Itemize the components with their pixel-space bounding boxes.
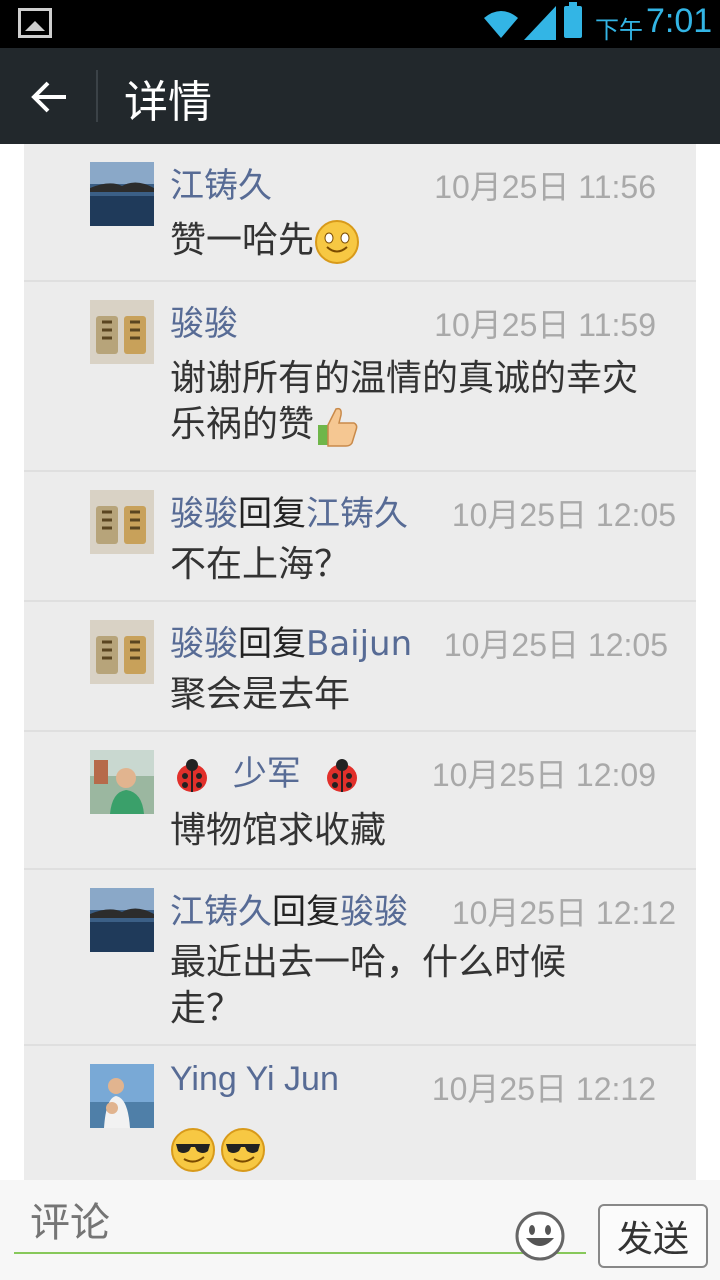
arrow-left-icon[interactable] xyxy=(24,72,74,122)
comment-text: 聚会是去年 xyxy=(170,674,351,715)
comment-text: 最近出去一哈，什么时候走？ xyxy=(170,942,567,1029)
ladybug-emoji xyxy=(177,758,207,792)
sunglasses-emoji xyxy=(171,1128,215,1172)
comment-author[interactable]: 骏骏 xyxy=(170,296,238,345)
avatar[interactable] xyxy=(90,490,154,554)
comment-author[interactable]: 骏骏回复江铸久 xyxy=(170,486,408,535)
send-button[interactable]: 发送 xyxy=(598,1204,708,1268)
status-time: 7:01 xyxy=(646,2,713,40)
reply-target[interactable]: Baijun xyxy=(306,624,412,664)
status-bar: 下午 7:01 xyxy=(0,0,720,48)
status-ampm: 下午 xyxy=(595,16,643,44)
comment-row: Ying Yi Jun 10月25日 12:12 xyxy=(24,1046,696,1180)
avatar[interactable] xyxy=(90,1064,154,1128)
comment-text xyxy=(170,1126,650,1173)
reply-target[interactable]: 骏骏 xyxy=(340,892,408,932)
avatar[interactable] xyxy=(90,300,154,364)
comment-row: 骏骏 10月25日 11:59 谢谢所有的温情的真诚的幸灾乐祸的赞 xyxy=(24,282,696,472)
comment-row: 骏骏回复江铸久 10月25日 12:05 不在上海？ xyxy=(24,472,696,602)
reply-label: 回复 xyxy=(238,624,306,664)
comment-row: 江铸久回复骏骏 10月25日 12:12 最近出去一哈，什么时候走？ xyxy=(24,870,696,1046)
reply-label: 回复 xyxy=(272,892,340,932)
avatar[interactable] xyxy=(90,750,154,814)
avatar[interactable] xyxy=(90,162,154,226)
comment-text: 不在上海？ xyxy=(170,544,351,585)
wifi-icon xyxy=(484,11,518,38)
thumbs-up-emoji xyxy=(318,407,358,447)
avatar[interactable] xyxy=(90,620,154,684)
comment-time: 10月25日 12:12 xyxy=(451,895,676,931)
comment-time: 10月25日 12:09 xyxy=(431,757,656,793)
reply-target[interactable]: 江铸久 xyxy=(306,494,408,534)
comment-time: 10月25日 12:05 xyxy=(451,497,676,533)
comment-text: 博物馆求收藏 xyxy=(170,810,387,851)
sunglasses-emoji xyxy=(221,1128,265,1172)
comment-input[interactable] xyxy=(14,1194,586,1254)
comment-text: 赞一哈先 xyxy=(170,218,650,265)
comment-input-bar: 发送 xyxy=(0,1180,720,1280)
avatar[interactable] xyxy=(90,888,154,952)
battery-icon xyxy=(564,2,582,38)
comment-time: 10月25日 12:12 xyxy=(431,1071,656,1107)
comment-author[interactable]: Ying Yi Jun xyxy=(170,1060,339,1099)
comment-author[interactable]: 江铸久回复骏骏 xyxy=(170,884,408,933)
comment-author[interactable]: 江铸久 xyxy=(170,158,272,207)
action-bar: 详情 xyxy=(0,48,720,144)
ladybug-emoji xyxy=(326,758,357,792)
comment-time: 10月25日 12:05 xyxy=(443,627,668,663)
page-title: 详情 xyxy=(124,77,212,128)
comment-author[interactable]: 骏骏回复Baijun xyxy=(170,616,412,665)
comment-row: 骏骏回复Baijun 10月25日 12:05 聚会是去年 xyxy=(24,602,696,732)
action-bar-divider xyxy=(96,70,98,122)
smile-emoji xyxy=(315,220,360,264)
reply-label: 回复 xyxy=(238,494,306,534)
image-icon xyxy=(18,8,52,38)
signal-icon xyxy=(524,6,556,40)
comment-time: 10月25日 11:59 xyxy=(434,307,656,343)
smiley-face-icon[interactable] xyxy=(514,1210,566,1262)
comment-author[interactable]: 少军 xyxy=(172,746,362,796)
comment-row: 少军 10月25日 12:09 博物馆求收藏 xyxy=(24,732,696,870)
comment-row: 江铸久 10月25日 11:56 赞一哈先 xyxy=(24,144,696,282)
comment-list: 江铸久 10月25日 11:56 赞一哈先 骏骏 10月25日 11:59 谢谢… xyxy=(24,144,696,1180)
comment-text: 谢谢所有的温情的真诚的幸灾乐祸的赞 xyxy=(170,356,650,449)
comment-time: 10月25日 11:56 xyxy=(434,169,656,205)
